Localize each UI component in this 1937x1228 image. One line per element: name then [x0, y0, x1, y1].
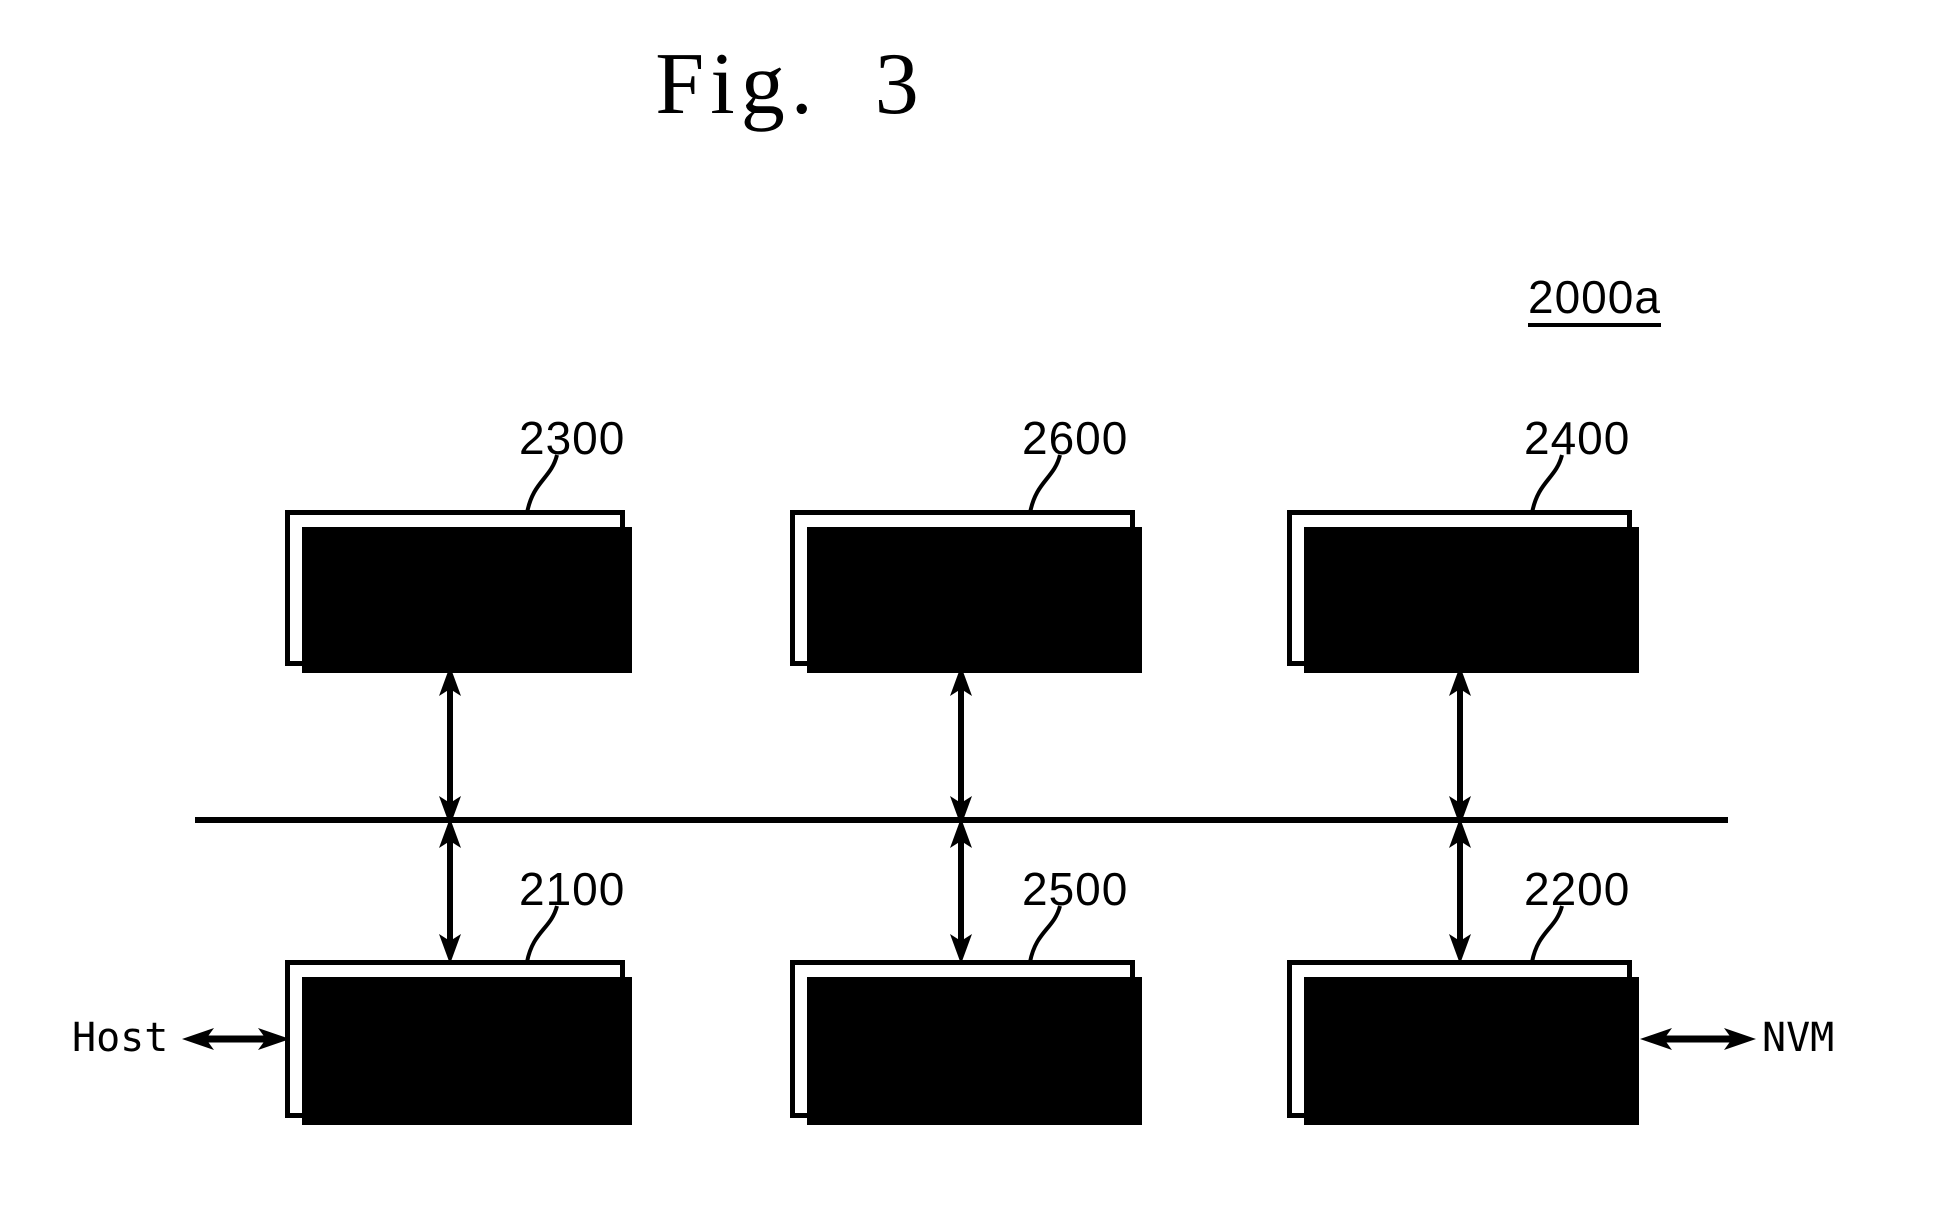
block-ecc[interactable]: ECC	[790, 960, 1142, 1125]
arrow-host-to-host-interface	[182, 1028, 290, 1050]
block-processing-unit[interactable]: Processing Unit	[285, 510, 632, 673]
arrow-memory-interface-to-nvm	[1640, 1028, 1756, 1050]
leader-line-2100	[525, 905, 559, 963]
block-buffer[interactable]: Buffer	[1287, 510, 1639, 673]
leader-line-2500	[1028, 905, 1062, 963]
leader-line-2600	[1028, 454, 1062, 514]
block-host-interface[interactable]: Host Interface	[285, 960, 632, 1125]
block-memory-interface[interactable]: Memory Interface	[1287, 960, 1639, 1125]
external-label-nvm: NVM	[1762, 1015, 1835, 1061]
arrow-bus-to-ecc	[950, 818, 972, 964]
page-title: Fig. 3	[655, 36, 925, 133]
arrow-bus-to-memory-interface	[1449, 818, 1471, 964]
block-randomizer-de-randomizer[interactable]: Randomizer/ De-randomizer	[790, 510, 1142, 673]
leader-line-2200	[1530, 905, 1564, 963]
arrow-buffer-to-bus	[1449, 666, 1471, 826]
arrow-processing-unit-to-bus	[439, 666, 461, 826]
arrow-bus-to-host-interface	[439, 818, 461, 964]
arrow-randomizer-to-bus	[950, 666, 972, 826]
figure-reference-designator: 2000a	[1528, 274, 1661, 327]
external-label-host: Host	[72, 1015, 169, 1061]
leader-line-2300	[525, 454, 559, 514]
figure-canvas: Fig. 3 2000a Processing Unit Randomizer/…	[0, 0, 1937, 1228]
leader-line-2400	[1530, 454, 1564, 514]
